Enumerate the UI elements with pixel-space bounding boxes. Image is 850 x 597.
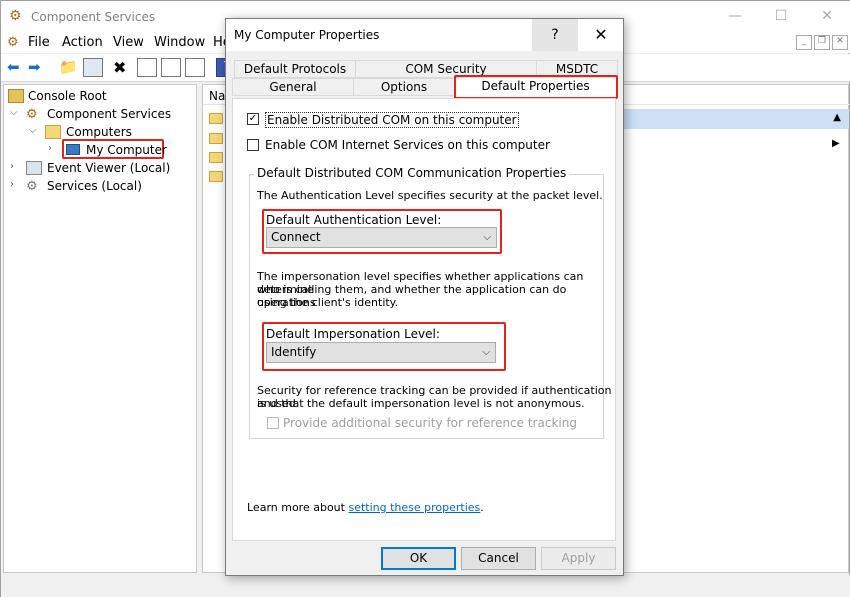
tab-default-protocols[interactable]: Default Protocols [234, 60, 356, 78]
folder-icon[interactable] [209, 152, 223, 163]
chevron-right-icon[interactable]: › [48, 143, 52, 154]
folder-icon[interactable] [209, 133, 223, 144]
tab-options[interactable]: Options [353, 78, 455, 96]
expand-right-icon[interactable]: ▶ [832, 138, 840, 149]
actions-header[interactable]: ▲ [624, 109, 849, 129]
show-hide-tree-icon[interactable] [83, 58, 103, 77]
enable-com-internet-checkbox[interactable] [247, 139, 259, 151]
setting-properties-link[interactable]: setting these properties [348, 501, 480, 514]
auth-level-label: Default Authentication Level: [266, 213, 442, 227]
chevron-right-icon[interactable]: › [10, 179, 14, 190]
impersonation-description-line3: using the client's identity. [257, 296, 399, 309]
impersonation-level-value: Identify [271, 345, 317, 359]
impersonation-level-label: Default Impersonation Level: [266, 327, 440, 341]
console-icon[interactable]: ⚙ [7, 35, 19, 50]
chevron-right-icon[interactable]: › [10, 161, 14, 172]
main-window-title: Component Services [31, 10, 156, 24]
tree-item-event-viewer[interactable]: › Event Viewer (Local) [4, 159, 196, 177]
tree-item-my-computer[interactable]: › My Computer [4, 139, 196, 159]
tab-general[interactable]: General [232, 78, 354, 96]
default-properties-tab-highlight [454, 75, 618, 99]
dialog-help-button[interactable]: ? [532, 19, 578, 51]
ok-button[interactable]: OK [381, 547, 456, 570]
list-header-name[interactable]: Na [209, 89, 225, 103]
export-list-icon[interactable] [185, 58, 205, 77]
chevron-down-icon: ⌵ [482, 347, 490, 358]
back-arrow-icon[interactable]: ⬅ [7, 58, 27, 77]
menu-window[interactable]: Window [154, 35, 205, 50]
computer-icon [66, 144, 80, 155]
reference-tracking-description-line2: and that the default impersonation level… [257, 397, 585, 410]
dialog-title-bar: My Computer Properties ? ✕ [226, 19, 623, 51]
mdi-close-icon[interactable]: ✕ [832, 35, 848, 50]
menu-file[interactable]: File [28, 35, 50, 50]
services-gear-icon: ⚙ [26, 179, 38, 194]
refresh-icon[interactable] [161, 58, 181, 77]
up-folder-icon[interactable]: 📁 [59, 58, 79, 77]
reference-tracking-label[interactable]: Provide additional security for referenc… [283, 416, 577, 430]
dialog-close-button[interactable]: ✕ [578, 19, 624, 51]
component-services-icon: ⚙ [26, 107, 38, 122]
mdi-minimize-icon[interactable]: _ [796, 35, 812, 50]
apply-button[interactable]: Apply [541, 547, 616, 570]
tree-item-console-root[interactable]: Console Root [4, 87, 196, 105]
folder-icon [45, 125, 61, 139]
close-main-icon[interactable]: ✕ [804, 1, 850, 32]
tree-pane: Console Root ⌵ ⚙ Component Services ⌵ Co… [3, 84, 197, 573]
menu-action[interactable]: Action [62, 35, 103, 50]
folder-icon[interactable] [209, 171, 223, 182]
dialog-title: My Computer Properties [234, 28, 380, 42]
forward-arrow-icon[interactable]: ➡ [28, 58, 48, 77]
impersonation-level-select[interactable]: Identify ⌵ [266, 342, 496, 363]
chevron-down-icon: ⌵ [483, 232, 491, 243]
properties-dialog: My Computer Properties ? ✕ Default Proto… [225, 18, 624, 576]
event-viewer-icon [26, 161, 42, 175]
collapse-up-icon[interactable]: ▲ [833, 112, 841, 123]
maximize-icon[interactable]: ☐ [758, 1, 804, 32]
minimize-icon[interactable]: — [712, 1, 758, 32]
delete-icon[interactable]: ✖ [113, 58, 133, 77]
default-properties-page: ✓ Enable Distributed COM on this compute… [232, 98, 616, 541]
tree-item-component-services[interactable]: ⌵ ⚙ Component Services [4, 105, 196, 123]
cancel-button[interactable]: Cancel [461, 547, 536, 570]
auth-description: The Authentication Level specifies secur… [257, 189, 603, 202]
reference-tracking-checkbox[interactable] [267, 417, 279, 429]
chevron-down-icon[interactable]: ⌵ [10, 107, 18, 118]
status-bar [1, 575, 850, 597]
folder-icon[interactable] [209, 113, 223, 124]
mdi-restore-icon[interactable]: ❐ [814, 35, 830, 50]
group-title: Default Distributed COM Communication Pr… [254, 166, 570, 180]
folder-icon [8, 89, 24, 103]
menu-view[interactable]: View [113, 35, 144, 50]
enable-dcom-label[interactable]: Enable Distributed COM on this computer [265, 112, 519, 128]
auth-level-value: Connect [271, 230, 321, 244]
properties-icon[interactable] [137, 58, 157, 77]
chevron-down-icon[interactable]: ⌵ [29, 125, 37, 136]
auth-level-select[interactable]: Connect ⌵ [266, 227, 497, 248]
learn-more-text: Learn more about setting these propertie… [247, 501, 484, 514]
component-services-app-icon: ⚙ [9, 8, 22, 24]
tree-item-services[interactable]: › ⚙ Services (Local) [4, 177, 196, 195]
enable-com-internet-label[interactable]: Enable COM Internet Services on this com… [265, 138, 550, 152]
enable-dcom-checkbox[interactable]: ✓ [247, 113, 259, 125]
